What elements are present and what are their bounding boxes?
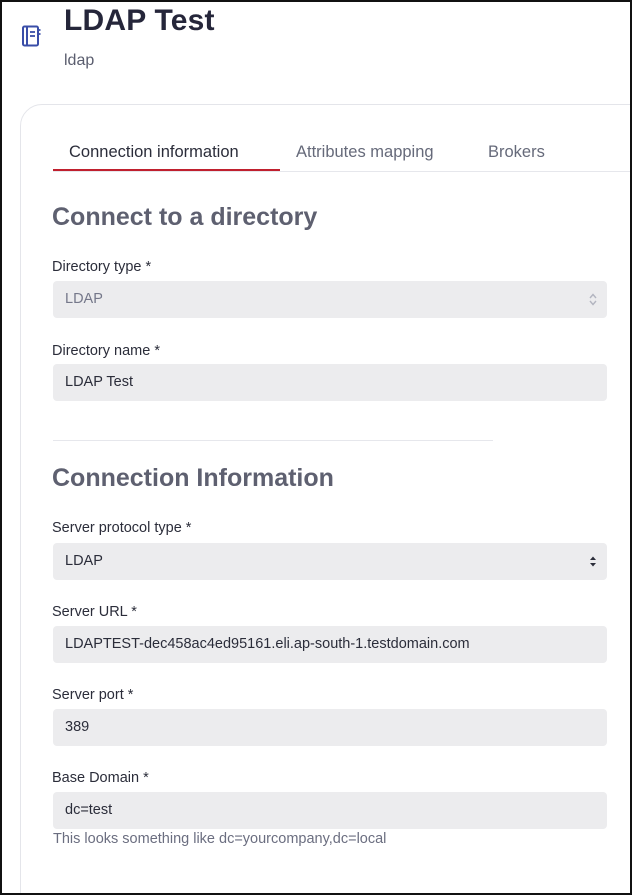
directory-name-input[interactable]: LDAP Test <box>53 364 607 401</box>
base-domain-label: Base Domain * <box>52 770 149 786</box>
server-protocol-value: LDAP <box>65 553 103 569</box>
section-title-connect-directory: Connect to a directory <box>52 203 318 231</box>
server-url-label: Server URL * <box>52 604 137 620</box>
select-arrows-icon <box>589 293 597 306</box>
server-protocol-label: Server protocol type * <box>52 520 192 536</box>
server-port-label: Server port * <box>52 687 134 703</box>
section-divider <box>53 440 493 441</box>
server-url-input[interactable]: LDAPTEST-dec458ac4ed95161.eli.ap-south-1… <box>53 626 607 663</box>
page-title: LDAP Test <box>64 4 215 37</box>
tab-attributes-mapping[interactable]: Attributes mapping <box>296 143 434 172</box>
directory-name-label: Directory name * <box>52 343 160 359</box>
directory-type-label: Directory type * <box>52 259 152 275</box>
server-protocol-select[interactable]: LDAP <box>53 543 607 580</box>
directory-type-value: LDAP <box>65 291 103 307</box>
directory-book-icon <box>19 24 43 48</box>
server-port-input[interactable]: 389 <box>53 709 607 746</box>
app-window: LDAP Test ldap Connection information At… <box>0 0 632 895</box>
select-arrows-icon <box>590 556 596 567</box>
base-domain-input[interactable]: dc=test <box>53 792 607 829</box>
base-domain-hint: This looks something like dc=yourcompany… <box>53 831 387 847</box>
tab-connection-information[interactable]: Connection information <box>69 143 239 172</box>
directory-type-select[interactable]: LDAP <box>53 281 607 318</box>
tab-brokers[interactable]: Brokers <box>488 143 545 172</box>
page-subtitle: ldap <box>64 52 95 69</box>
active-tab-indicator <box>53 169 280 171</box>
section-title-connection-information: Connection Information <box>52 464 334 492</box>
tab-bar: Connection information Attributes mappin… <box>53 143 630 172</box>
